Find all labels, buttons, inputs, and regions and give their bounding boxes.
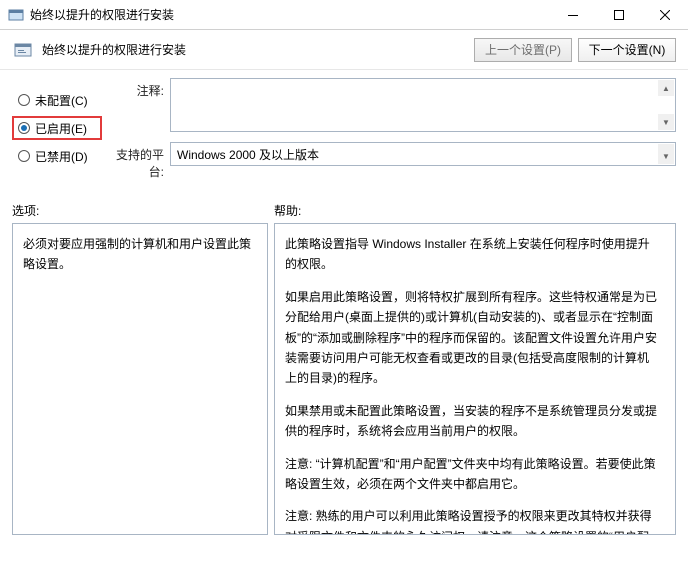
- radio-enabled[interactable]: 已启用(E): [12, 116, 102, 140]
- radio-icon: [18, 94, 30, 106]
- prev-setting-button[interactable]: 上一个设置(P): [474, 38, 572, 62]
- scroll-down-icon[interactable]: ▼: [658, 148, 674, 164]
- maximize-button[interactable]: [596, 0, 642, 30]
- window-title: 始终以提升的权限进行安装: [30, 6, 550, 23]
- state-column: 未配置(C) 已启用(E) 已禁用(D): [12, 78, 102, 180]
- radio-disabled[interactable]: 已禁用(D): [12, 144, 102, 168]
- comment-row: 注释: ▲ ▼: [110, 78, 676, 132]
- policy-name: 始终以提升的权限进行安装: [42, 41, 468, 58]
- minimize-button[interactable]: [550, 0, 596, 30]
- radio-icon: [18, 122, 30, 134]
- help-paragraph: 如果禁用或未配置此策略设置，当安装的程序不是系统管理员分发或提供的程序时，系统将…: [285, 401, 657, 442]
- radio-label: 未配置(C): [35, 92, 88, 109]
- comment-input[interactable]: ▲ ▼: [170, 78, 676, 132]
- help-paragraph: 如果启用此策略设置，则将特权扩展到所有程序。这些特权通常是为已分配给用户(桌面上…: [285, 287, 657, 389]
- comment-label: 注释:: [110, 78, 170, 132]
- config-area: 未配置(C) 已启用(E) 已禁用(D) 注释: ▲ ▼ 支持的平台: Wind…: [0, 70, 688, 184]
- next-setting-button[interactable]: 下一个设置(N): [578, 38, 676, 62]
- options-pane: 必须对要应用强制的计算机和用户设置此策略设置。: [12, 223, 268, 535]
- options-label: 选项:: [12, 202, 274, 219]
- options-text: 必须对要应用强制的计算机和用户设置此策略设置。: [23, 234, 257, 275]
- titlebar: 始终以提升的权限进行安装: [0, 0, 688, 30]
- help-paragraph: 注意: 熟练的用户可以利用此策略设置授予的权限来更改其特权并获得对受限文件和文件…: [285, 506, 657, 535]
- close-button[interactable]: [642, 0, 688, 30]
- toolbar: 始终以提升的权限进行安装 上一个设置(P) 下一个设置(N): [0, 30, 688, 70]
- radio-not-configured[interactable]: 未配置(C): [12, 88, 102, 112]
- fields-column: 注释: ▲ ▼ 支持的平台: Windows 2000 及以上版本 ▲ ▼: [110, 78, 676, 180]
- policy-icon: [12, 39, 34, 61]
- app-icon: [8, 7, 24, 23]
- platform-label: 支持的平台:: [110, 142, 170, 180]
- help-paragraph: 注意: “计算机配置”和“用户配置”文件夹中均有此策略设置。若要使此策略设置生效…: [285, 454, 657, 495]
- help-paragraph: 此策略设置指导 Windows Installer 在系统上安装任何程序时使用提…: [285, 234, 657, 275]
- help-pane: 此策略设置指导 Windows Installer 在系统上安装任何程序时使用提…: [274, 223, 676, 535]
- platform-box: Windows 2000 及以上版本 ▲ ▼: [170, 142, 676, 166]
- platform-row: 支持的平台: Windows 2000 及以上版本 ▲ ▼: [110, 142, 676, 180]
- help-label: 帮助:: [274, 202, 301, 219]
- scroll-down-icon[interactable]: ▼: [658, 114, 674, 130]
- radio-label: 已禁用(D): [35, 148, 88, 165]
- radio-icon: [18, 150, 30, 162]
- panes: 必须对要应用强制的计算机和用户设置此策略设置。 此策略设置指导 Windows …: [0, 223, 688, 547]
- scroll-up-icon[interactable]: ▲: [658, 80, 674, 96]
- platform-value: Windows 2000 及以上版本: [177, 146, 319, 163]
- pane-labels: 选项: 帮助:: [0, 184, 688, 223]
- radio-label: 已启用(E): [35, 120, 87, 137]
